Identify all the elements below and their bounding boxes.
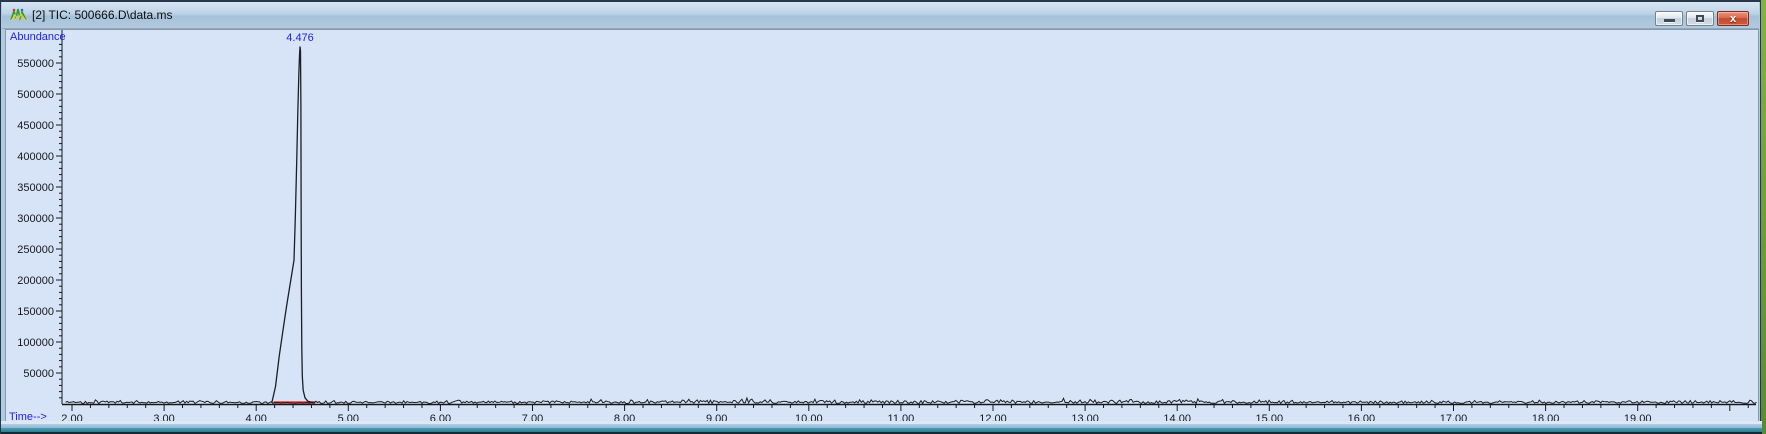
minimize-icon	[1664, 19, 1675, 22]
chromatogram-app-icon	[10, 8, 27, 22]
restore-icon	[1696, 15, 1704, 22]
y-tick-labels: 50000 100000 150000 200000 250000 300000 35000…	[17, 58, 54, 380]
svg-text:150000: 150000	[17, 306, 54, 318]
chromatogram-canvas[interactable]: 2.00 3.00 4.00 5.00 6.00 7.00 8.00 9.00 10.00 11.…	[6, 30, 1758, 422]
y-axis-title: Abundance	[10, 31, 66, 43]
svg-text:250000: 250000	[17, 244, 54, 256]
svg-text:500000: 500000	[17, 89, 54, 101]
x-axis-ticks	[71, 405, 1749, 411]
svg-text:100000: 100000	[17, 337, 54, 349]
peak-retention-time-label: 4.476	[286, 32, 314, 44]
close-icon: x	[1729, 13, 1737, 25]
svg-text:450000: 450000	[17, 120, 54, 132]
svg-text:400000: 400000	[17, 151, 54, 163]
chromatogram-window: [2] TIC: 500666.D\data.ms x 2.00 3.00 4.00…	[0, 0, 1762, 434]
svg-text:350000: 350000	[17, 182, 54, 194]
y-axis-ticks	[56, 43, 62, 399]
svg-text:50000: 50000	[23, 368, 54, 380]
tic-baseline-trace	[65, 396, 1757, 405]
svg-text:300000: 300000	[17, 213, 54, 225]
window-bottom-frame	[1, 421, 1762, 434]
axes	[61, 30, 1756, 406]
window-controls: x	[1655, 11, 1749, 26]
desktop-background: [2] TIC: 500666.D\data.ms x 2.00 3.00 4.00…	[0, 0, 1766, 434]
chromatogram-plot-area[interactable]: 2.00 3.00 4.00 5.00 6.00 7.00 8.00 9.00 10.00 11.…	[5, 29, 1759, 423]
minimize-button[interactable]	[1655, 11, 1683, 26]
window-title-bar[interactable]: [2] TIC: 500666.D\data.ms x	[2, 2, 1759, 29]
svg-text:550000: 550000	[17, 58, 54, 70]
peak-trace	[271, 46, 316, 404]
restore-button[interactable]	[1686, 11, 1714, 26]
svg-text:200000: 200000	[17, 275, 54, 287]
close-button[interactable]: x	[1717, 11, 1749, 26]
window-title: [2] TIC: 500666.D\data.ms	[32, 8, 173, 22]
